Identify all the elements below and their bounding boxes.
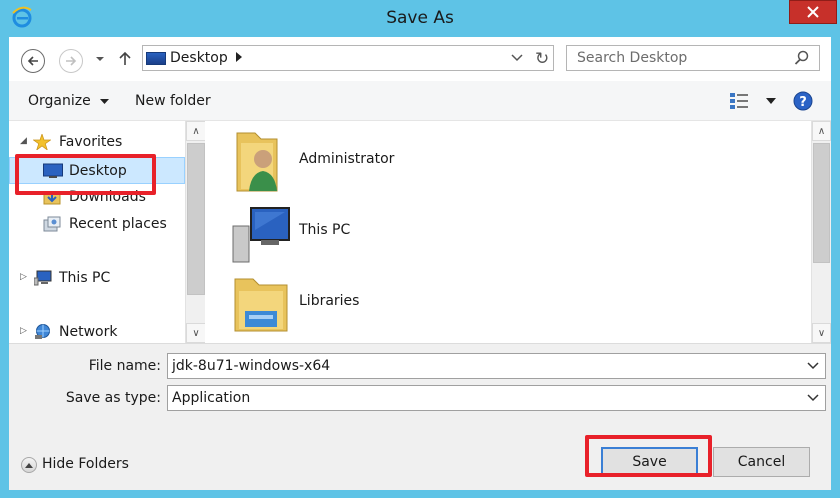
scrollbar-thumb[interactable] bbox=[187, 143, 205, 295]
organize-label: Organize bbox=[28, 93, 91, 109]
sidebar-item-favorites[interactable]: ◢ Favorites bbox=[9, 129, 185, 156]
hide-folders-label: Hide Folders bbox=[42, 456, 129, 472]
command-toolbar: Organize New folder ? bbox=[9, 81, 831, 121]
star-icon bbox=[33, 134, 51, 150]
search-placeholder[interactable]: Search Desktop bbox=[577, 50, 687, 66]
svg-text:?: ? bbox=[799, 95, 807, 110]
chevron-down-icon[interactable] bbox=[807, 359, 819, 371]
view-dropdown-icon[interactable] bbox=[766, 98, 776, 104]
refresh-icon[interactable]: ↻ bbox=[535, 49, 549, 69]
title-bar: Save As bbox=[0, 0, 840, 37]
window-title: Save As bbox=[386, 8, 454, 28]
file-list: Administrator This PC Libraries bbox=[205, 121, 811, 343]
forward-button[interactable] bbox=[59, 49, 83, 73]
organize-menu[interactable]: Organize bbox=[28, 93, 110, 109]
sidebar-item-this-pc[interactable]: ▷ This PC bbox=[9, 265, 185, 292]
file-name-field[interactable]: jdk-8u71-windows-x64 bbox=[167, 353, 826, 379]
scroll-down-icon[interactable]: ∨ bbox=[186, 323, 206, 343]
sidebar-item-label: Favorites bbox=[59, 134, 123, 150]
collapse-up-icon bbox=[21, 457, 37, 473]
navigation-pane-scrollbar[interactable]: ∧ ∨ bbox=[185, 121, 206, 343]
sidebar-item-label: Network bbox=[59, 324, 118, 340]
computer-icon bbox=[34, 270, 52, 286]
address-bar[interactable]: Desktop ↻ bbox=[142, 45, 554, 71]
scroll-down-icon[interactable]: ∨ bbox=[812, 323, 831, 343]
breadcrumb-arrow-icon[interactable] bbox=[236, 52, 242, 62]
file-name: This PC bbox=[299, 222, 351, 238]
file-name-label: File name: bbox=[88, 358, 161, 374]
sidebar-item-label: Recent places bbox=[69, 216, 167, 232]
save-as-dialog: Save As Desktop ↻ Search Desktop Organiz… bbox=[0, 0, 840, 498]
user-folder-icon bbox=[236, 132, 278, 192]
cancel-button[interactable]: Cancel bbox=[713, 447, 810, 477]
desktop-location-icon bbox=[146, 52, 166, 65]
new-folder-button[interactable]: New folder bbox=[135, 93, 211, 109]
sidebar-item-network[interactable]: ▷ Network bbox=[9, 319, 185, 346]
back-button[interactable] bbox=[21, 49, 45, 73]
scrollbar-thumb[interactable] bbox=[813, 143, 830, 263]
save-type-select[interactable]: Application bbox=[167, 385, 826, 411]
libraries-folder-icon bbox=[234, 278, 288, 332]
computer-icon bbox=[232, 207, 290, 263]
save-highlight-annotation bbox=[585, 435, 712, 477]
collapse-arrow-icon[interactable]: ◢ bbox=[20, 136, 27, 146]
list-item[interactable]: Administrator bbox=[205, 129, 805, 195]
list-item[interactable]: Libraries bbox=[205, 271, 805, 337]
sidebar-item-recent-places[interactable]: Recent places bbox=[9, 211, 185, 238]
network-icon bbox=[35, 324, 50, 339]
list-item[interactable]: This PC bbox=[205, 200, 805, 266]
arrow-left-icon bbox=[27, 56, 38, 66]
recent-locations-dropdown-icon[interactable] bbox=[95, 56, 105, 62]
close-icon bbox=[807, 6, 819, 18]
help-icon[interactable]: ? bbox=[793, 91, 813, 111]
navigation-bar: Desktop ↻ Search Desktop bbox=[9, 37, 831, 81]
file-list-scrollbar[interactable]: ∧ ∨ bbox=[811, 121, 831, 343]
arrow-right-icon bbox=[66, 56, 77, 66]
search-box[interactable]: Search Desktop bbox=[566, 45, 820, 71]
expand-arrow-icon[interactable]: ▷ bbox=[20, 326, 27, 336]
save-type-value[interactable]: Application bbox=[172, 390, 250, 406]
recent-places-icon bbox=[43, 216, 61, 232]
scroll-up-icon[interactable]: ∧ bbox=[812, 121, 831, 141]
address-dropdown-icon[interactable] bbox=[511, 51, 523, 63]
up-arrow-icon[interactable] bbox=[119, 51, 131, 66]
file-name: Administrator bbox=[299, 151, 395, 167]
address-location[interactable]: Desktop bbox=[170, 50, 228, 66]
expand-arrow-icon[interactable]: ▷ bbox=[20, 272, 27, 282]
view-options-icon[interactable] bbox=[730, 93, 748, 109]
file-name-value[interactable]: jdk-8u71-windows-x64 bbox=[172, 358, 330, 374]
sidebar-item-label: This PC bbox=[59, 270, 111, 286]
file-name: Libraries bbox=[299, 293, 360, 309]
save-type-label: Save as type: bbox=[65, 390, 161, 406]
search-icon[interactable] bbox=[794, 50, 810, 66]
chevron-down-icon[interactable] bbox=[807, 391, 819, 403]
close-button[interactable] bbox=[789, 0, 837, 24]
scroll-up-icon[interactable]: ∧ bbox=[186, 121, 206, 141]
dialog-client-area: Desktop ↻ Search Desktop Organize New fo… bbox=[9, 37, 831, 490]
chevron-down-icon bbox=[100, 99, 110, 104]
desktop-highlight-annotation bbox=[15, 154, 156, 195]
